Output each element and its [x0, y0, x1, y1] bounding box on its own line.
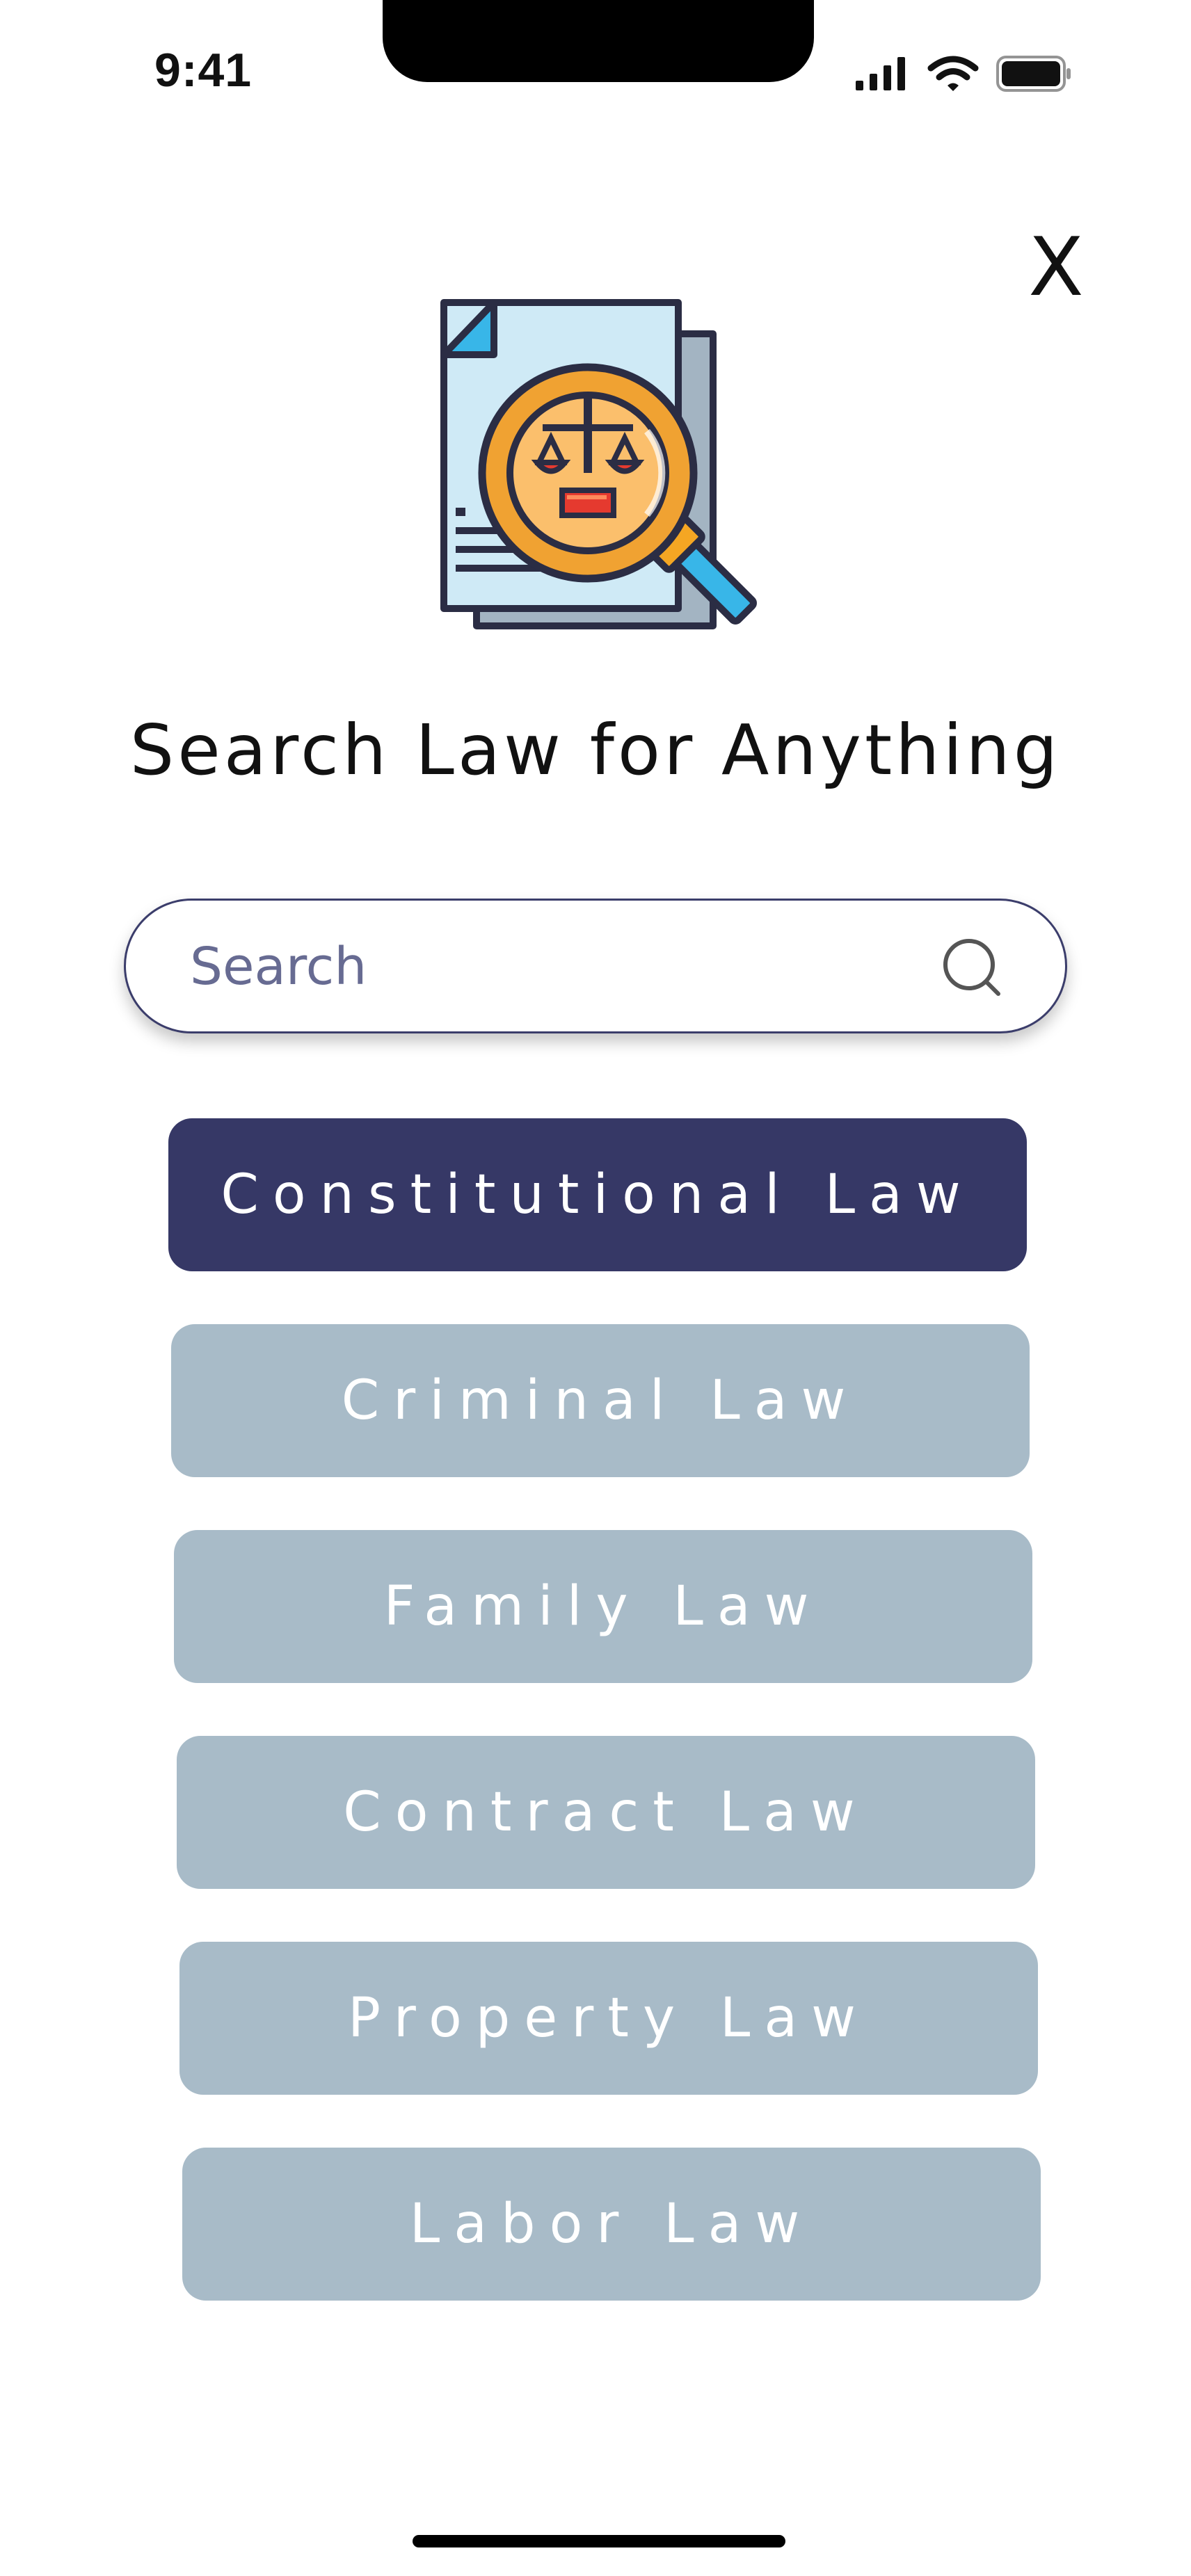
search-box[interactable]: [124, 899, 1067, 1033]
close-button[interactable]: X: [1021, 226, 1091, 309]
category-contract-law[interactable]: Contract Law: [177, 1736, 1035, 1889]
home-indicator: [413, 2535, 785, 2547]
search-icon[interactable]: [941, 937, 1004, 999]
signal-icon: [856, 57, 905, 90]
law-document-magnifier-icon: [440, 299, 757, 629]
wifi-icon: [927, 56, 979, 91]
category-family-law[interactable]: Family Law: [174, 1530, 1032, 1683]
status-time: 9:41: [154, 44, 253, 97]
status-icons: [854, 54, 1073, 93]
battery-icon: [996, 56, 1071, 92]
category-constitutional-law[interactable]: Constitutional Law: [168, 1118, 1027, 1271]
search-input[interactable]: [189, 901, 887, 1033]
category-criminal-law[interactable]: Criminal Law: [171, 1324, 1030, 1477]
status-bar: 9:41: [0, 0, 1191, 139]
page-title: Search Law for Anything: [129, 709, 1062, 791]
device-notch: [383, 0, 814, 82]
category-property-law[interactable]: Property Law: [179, 1942, 1038, 2095]
category-labor-law[interactable]: Labor Law: [182, 2148, 1041, 2301]
